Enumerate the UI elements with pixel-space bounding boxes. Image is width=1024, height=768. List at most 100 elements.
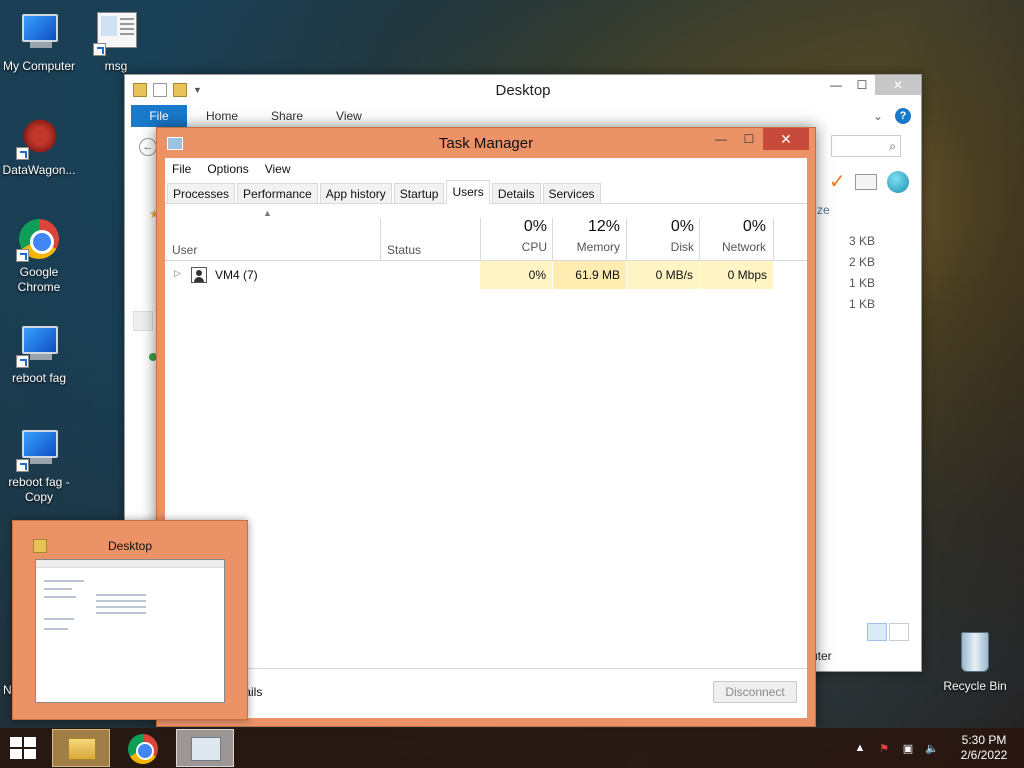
- taskbar-file-explorer[interactable]: [52, 729, 110, 767]
- desktop-icon-recycle-bin[interactable]: Recycle Bin: [935, 630, 1015, 694]
- sidebar-fragment: [133, 311, 153, 331]
- desktop-icon-label: Recycle Bin: [943, 679, 1007, 693]
- globe-icon[interactable]: [887, 171, 909, 193]
- file-size: 1 KB: [848, 276, 875, 290]
- show-hidden-icons-icon[interactable]: ▲: [848, 742, 872, 754]
- desktop-icon-label: My Computer: [2, 59, 76, 73]
- task-manager-icon: [191, 737, 221, 761]
- system-tray: ▲ ⚑ ▣ 🔈 5:30 PM 2/6/2022: [848, 728, 1024, 768]
- tab-app-history[interactable]: App history: [319, 183, 392, 203]
- network-icon[interactable]: ▣: [896, 742, 920, 755]
- back-arrow-icon[interactable]: ←: [139, 138, 157, 156]
- desktop-icon-partial-label: N: [3, 683, 12, 697]
- window-controls: — ☐ ✕: [707, 128, 809, 150]
- checkmark-icon[interactable]: ✓: [829, 172, 846, 192]
- table-header: ▲ User Status 0% CPU 12% Memory 0% Disk: [165, 204, 807, 261]
- cpu-percent: 0%: [523, 218, 547, 235]
- column-header-memory[interactable]: 12% Memory: [552, 218, 620, 261]
- table-row[interactable]: ▷ VM4 (7) 0% 61.9 MB 0 MB/s 0 Mbps: [165, 261, 807, 289]
- expand-chevron-icon[interactable]: ▷: [174, 268, 181, 279]
- start-windows-icon[interactable]: [10, 737, 38, 761]
- file-size: 1 KB: [848, 297, 875, 311]
- close-button[interactable]: ✕: [763, 128, 809, 150]
- network-percent: 0%: [742, 218, 766, 235]
- file-size: 2 KB: [848, 255, 875, 269]
- disk-percent: 0%: [670, 218, 694, 235]
- explorer-titlebar[interactable]: ▼ Desktop — ☐ ✕: [125, 75, 921, 105]
- task-manager-window[interactable]: Task Manager — ☐ ✕ File Options View Pro…: [156, 127, 816, 727]
- minimize-button[interactable]: —: [707, 128, 735, 150]
- recycle-bin-icon: [952, 630, 998, 676]
- chevron-down-icon[interactable]: ⌄: [873, 109, 883, 123]
- column-header-cpu[interactable]: 0% CPU: [480, 218, 547, 261]
- tab-processes[interactable]: Processes: [167, 183, 236, 203]
- column-header-network[interactable]: 0% Network: [699, 218, 766, 261]
- thumbnail-title: Desktop: [107, 539, 153, 553]
- explorer-title: Desktop: [495, 82, 551, 99]
- ribbon-tab-view[interactable]: View: [317, 105, 381, 127]
- details-view-icon[interactable]: [867, 623, 887, 641]
- task-manager-body: File Options View Processes Performance …: [165, 158, 807, 718]
- tab-startup[interactable]: Startup: [393, 183, 445, 203]
- taskbar-thumbnail-preview[interactable]: Desktop: [12, 520, 248, 720]
- folder-icon: [68, 738, 96, 760]
- ribbon-tab-share[interactable]: Share: [257, 105, 317, 127]
- tab-performance[interactable]: Performance: [237, 183, 318, 203]
- menu-options[interactable]: Options: [207, 162, 248, 176]
- column-header-user[interactable]: User: [172, 218, 372, 261]
- chrome-icon: [16, 216, 62, 262]
- memory-percent: 12%: [587, 218, 620, 235]
- minimize-button[interactable]: —: [823, 75, 849, 95]
- clock-date: 2/6/2022: [960, 748, 1008, 762]
- size-column: 3 KB 2 KB 1 KB 1 KB: [849, 231, 875, 315]
- action-center-flag-icon[interactable]: ⚑: [872, 742, 896, 755]
- task-manager-titlebar[interactable]: Task Manager — ☐ ✕: [157, 128, 815, 158]
- desktop-icon-datawagon[interactable]: DataWagon...: [0, 114, 79, 178]
- desktop-icon-reboot-fag[interactable]: reboot fag: [0, 322, 79, 386]
- chrome-icon: [128, 734, 158, 764]
- disconnect-button[interactable]: Disconnect: [713, 681, 797, 703]
- sort-ascending-icon: ▲: [263, 208, 272, 218]
- column-header-status[interactable]: Status: [387, 218, 477, 261]
- window-controls: — ☐ ✕: [823, 75, 921, 95]
- help-icon[interactable]: ?: [895, 108, 911, 124]
- large-icons-view-icon[interactable]: [889, 623, 909, 641]
- file-size: 3 KB: [848, 234, 875, 248]
- maximize-button[interactable]: ☐: [735, 128, 763, 150]
- user-name: VM4 (7): [215, 268, 258, 282]
- desktop-icon-label: reboot fag - Copy: [8, 475, 70, 504]
- taskbar-task-manager[interactable]: [176, 729, 234, 767]
- desktop-icon-reboot-fag-copy[interactable]: reboot fag - Copy: [0, 426, 79, 505]
- cpu-value: 0%: [480, 261, 552, 289]
- desktop-icon-label: reboot fag: [11, 371, 67, 385]
- explorer-toolbar-icons: ✓: [829, 171, 909, 193]
- menu-view[interactable]: View: [265, 162, 291, 176]
- search-icon[interactable]: ⌕: [831, 135, 901, 157]
- datawagon-icon: [16, 114, 62, 160]
- ribbon-tab-file[interactable]: File: [131, 105, 187, 127]
- disk-value: 0 MB/s: [627, 261, 699, 289]
- tab-strip: Processes Performance App history Startu…: [165, 180, 807, 204]
- tab-users[interactable]: Users: [446, 180, 490, 204]
- desktop-icon-google-chrome[interactable]: Google Chrome: [0, 216, 79, 295]
- clock[interactable]: 5:30 PM 2/6/2022: [944, 733, 1024, 763]
- tab-services[interactable]: Services: [542, 183, 601, 203]
- computer-icon: [16, 10, 62, 56]
- desktop-icon-msg[interactable]: msg: [76, 10, 156, 74]
- maximize-button[interactable]: ☐: [849, 75, 875, 95]
- ribbon-tab-home[interactable]: Home: [187, 105, 257, 127]
- user-icon: [191, 267, 207, 283]
- volume-muted-icon[interactable]: 🔈: [920, 742, 944, 755]
- column-header-disk[interactable]: 0% Disk: [626, 218, 694, 261]
- desktop-icon-label: msg: [104, 59, 128, 73]
- tab-details[interactable]: Details: [491, 183, 541, 203]
- size-column-header[interactable]: ze: [817, 203, 830, 217]
- desktop-icon-my-computer[interactable]: My Computer: [0, 10, 79, 74]
- menu-file[interactable]: File: [172, 162, 191, 176]
- clock-time: 5:30 PM: [961, 733, 1007, 747]
- envelope-icon[interactable]: [855, 174, 877, 190]
- close-button[interactable]: ✕: [875, 75, 921, 95]
- document-icon: [93, 10, 139, 56]
- taskbar-chrome[interactable]: [114, 729, 172, 767]
- computer-icon: [16, 322, 62, 368]
